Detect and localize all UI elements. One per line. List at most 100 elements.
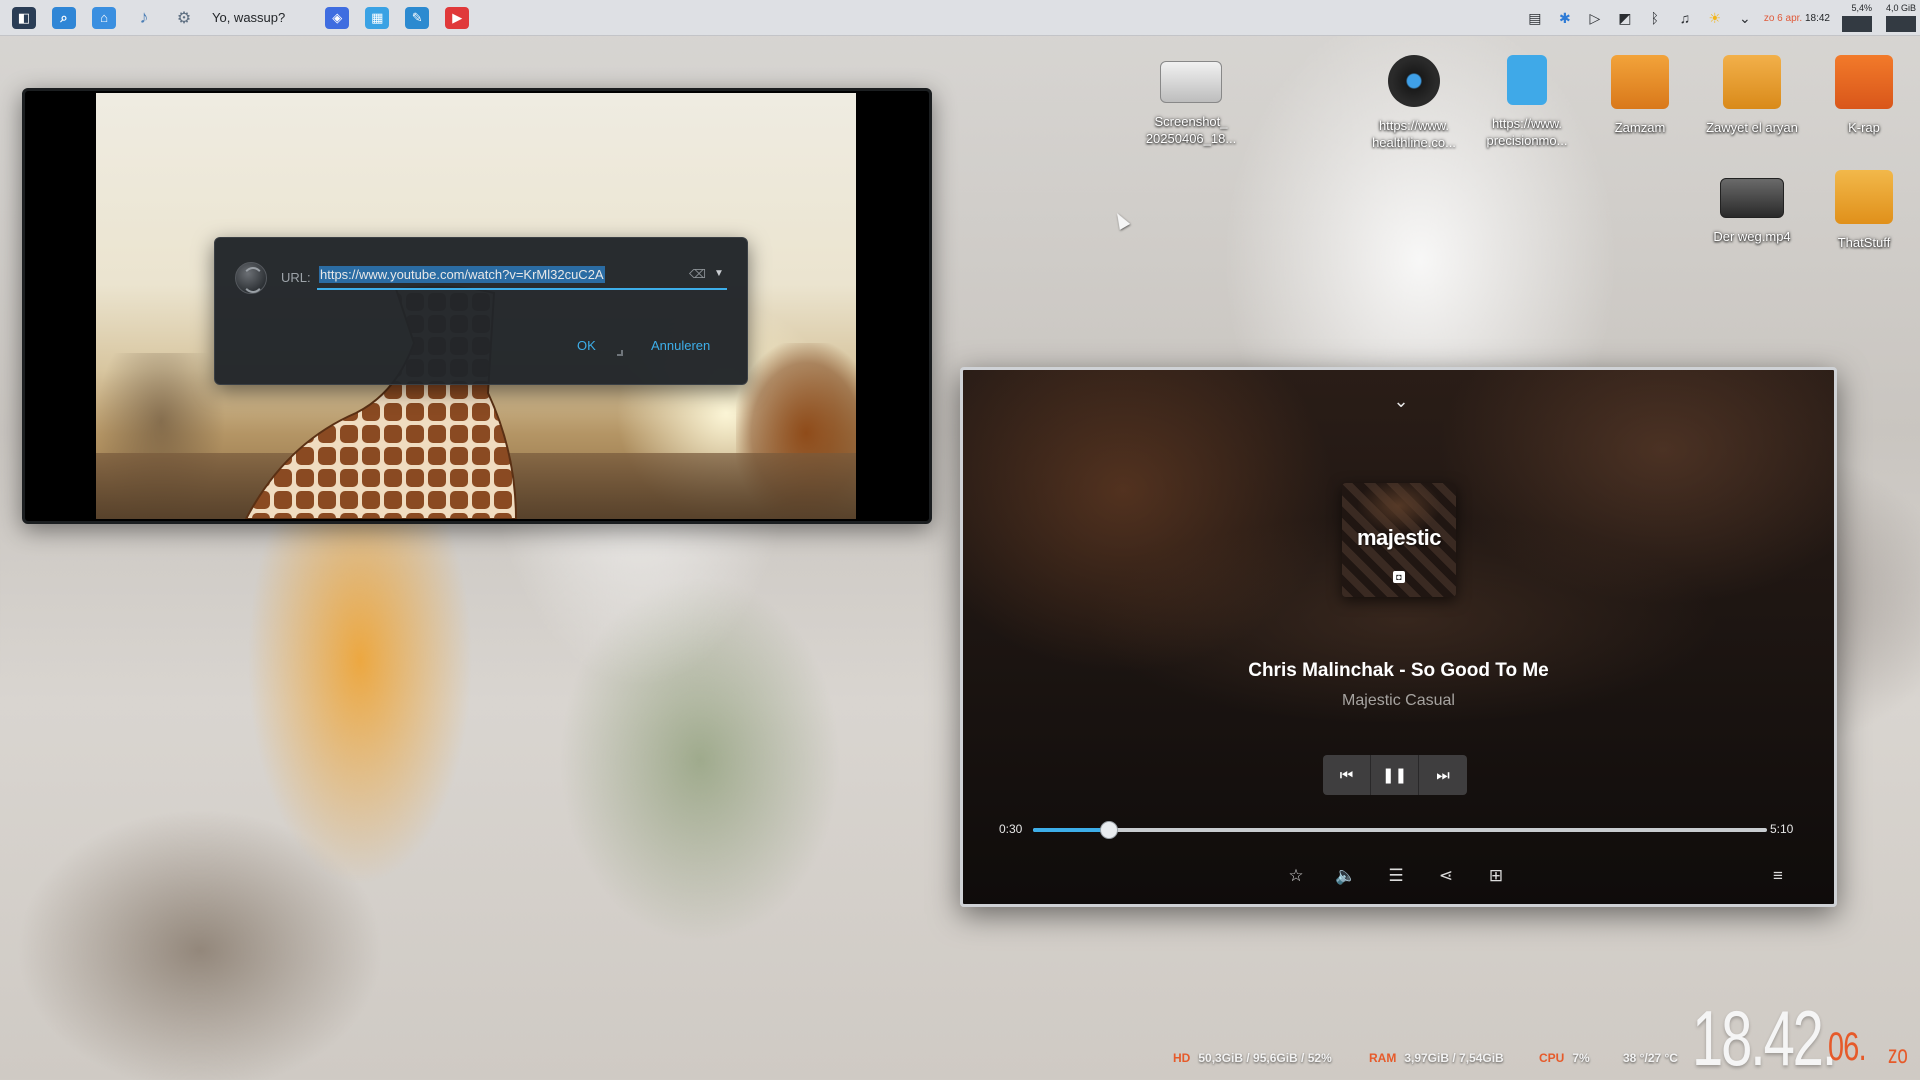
home-folder-icon: ⌂ [92,6,116,29]
calendar-app-icon: ▦ [365,6,390,29]
desktop-clock: 18.42. 06. zo [1692,993,1918,1080]
desktop-icon-label: Der weg.mp4 [1713,229,1791,244]
clock-hours-minutes: 18.42. [1692,994,1837,1080]
temp-value: 38 °/27 °C [1623,1051,1678,1065]
pause-button[interactable]: ❚❚ [1371,755,1419,795]
top-panel: ◧ ⌕ ⌂ ♪ ⚙ Yo, wassup? ◈ ▦ ✎ ▶ ▤ ✱ ▷ ◩ ᛒ … [0,0,1920,36]
folder-icon [1723,55,1781,109]
panel-greeting: Yo, wassup? [212,10,286,25]
globe-icon [235,262,267,294]
resize-grip-icon[interactable] [617,350,623,356]
desktop-icon-healthline[interactable]: https://www. healthline.co... [1360,55,1468,151]
brave-browser-icon: ◈ [325,6,350,29]
mem-mini-monitor[interactable]: 4,0 GiB [1876,3,1916,33]
lyrics-icon[interactable]: ☰ [1382,862,1410,890]
track-artist: Majestic Casual [1342,692,1455,709]
weather-icon[interactable]: ☀ [1700,0,1730,36]
folder-icon [1835,55,1893,109]
desktop-icon-zawyet[interactable]: Zawyet el aryan [1698,55,1806,136]
system-settings-icon: ⚙ [176,9,192,27]
mem-mini-graph [1886,16,1916,32]
network-status-icon[interactable]: ✱ [1550,0,1580,36]
music-button[interactable]: ♪ [124,0,164,36]
file-search-button[interactable]: ⌕ [44,0,84,36]
panel-clock-time: 18:42 [1804,12,1830,24]
desktop-icon-label: https://www. precisionmo... [1486,116,1568,148]
open-url-dialog: URL: https://www.youtube.com/watch?v=KrM… [214,237,748,385]
next-track-button[interactable]: ⏭ [1419,755,1467,795]
music-player-window: ⌄ majestic ◘ Chris Malinchak - So Good T… [960,367,1837,907]
temp-stat: 38 °/27 °C [1623,1051,1678,1065]
seek-handle[interactable] [1099,821,1118,839]
track-title: Chris Malinchak - So Good To Me [1248,660,1549,681]
desktop-icon-zamzam[interactable]: Zamzam [1586,55,1694,136]
task-youtube-player[interactable]: ▶ [437,0,477,36]
url-label: URL: [281,270,311,285]
cpu-mini-value: 5,4% [1851,3,1872,13]
star-icon[interactable]: ☆ [1282,862,1310,890]
media-player-icon[interactable]: ▷ [1580,0,1610,36]
hd-label: HD [1173,1051,1191,1065]
total-time: 5:10 [1770,822,1794,836]
app-launcher-icon: ◧ [12,6,36,29]
album-art-badge: ◘ [1393,571,1405,583]
ram-value: 3,97GiB / 7,54GiB [1404,1051,1504,1065]
home-folder-button[interactable]: ⌂ [84,0,124,36]
file-search-icon: ⌕ [52,6,76,29]
pause-icon: ❚❚ [1381,767,1408,784]
folder-icon [1611,55,1669,109]
bluetooth-icon[interactable]: ᛒ [1640,0,1670,36]
desktop-icon-label: Zawyet el aryan [1706,120,1798,135]
desktop-icon-screenshot[interactable]: Screenshot_ 20250406_18... [1137,55,1245,147]
url-input[interactable]: https://www.youtube.com/watch?v=KrMl32cu… [317,262,727,290]
desktop-icon-label: ThatStuff [1837,235,1891,250]
folder-icon [1835,170,1893,224]
hd-stat: HD 50,3GiB / 95,6GiB / 52% [1173,1051,1332,1065]
youtube-player-icon: ▶ [445,6,470,29]
current-time: 0:30 [999,822,1023,836]
chevron-down-icon[interactable]: ⌄ [1391,392,1411,410]
clear-text-icon[interactable]: ⌫ [689,268,706,280]
system-settings-button[interactable]: ⚙ [164,0,204,36]
task-editor-app[interactable]: ✎ [397,0,437,36]
panel-clock[interactable]: zo 6 apr. 18:42 [1764,13,1830,24]
task-calendar-app[interactable]: ▦ [357,0,397,36]
mem-mini-value: 4,0 GiB [1885,3,1916,13]
cancel-button[interactable]: Annuleren [651,338,710,353]
desktop-icon-label: https://www. healthline.co... [1372,118,1456,150]
skip-back-icon: ⏮ [1339,766,1354,784]
video-file-icon [1720,178,1784,218]
desktop-icon-precisionmo[interactable]: https://www. precisionmo... [1473,55,1581,149]
add-to-playlist-icon[interactable]: ⊞ [1482,862,1510,890]
desktop-icon-krap[interactable]: K-rap [1810,55,1918,136]
video-player-window[interactable]: URL: https://www.youtube.com/watch?v=KrM… [22,88,932,524]
panel-clock-date: zo 6 apr. [1763,12,1803,24]
previous-track-button[interactable]: ⏮ [1323,755,1371,795]
web-link-icon [1507,55,1547,105]
queue-icon[interactable]: ≡ [1764,862,1792,890]
clipboard-icon[interactable]: ◩ [1610,0,1640,36]
desktop-icon-thatstuff[interactable]: ThatStuff [1810,170,1918,251]
app-launcher-button[interactable]: ◧ [4,0,44,36]
album-art: majestic ◘ [1342,483,1456,597]
desktop-icon-der-weg[interactable]: Der weg.mp4 [1698,170,1806,245]
ram-label: RAM [1369,1051,1397,1065]
album-art-brand: majestic [1356,525,1442,550]
volume-icon[interactable]: ♫ [1670,0,1700,36]
chevron-down-icon[interactable]: ▼ [713,268,725,280]
system-tray: ▤ ✱ ▷ ◩ ᛒ ♫ ☀ ⌄ zo 6 apr. 18:42 5,4% 4,0… [1520,0,1920,36]
seek-bar[interactable] [1033,821,1767,839]
url-input-value[interactable]: https://www.youtube.com/watch?v=KrMl32cu… [319,266,605,283]
clock-day: zo [1888,1039,1908,1069]
expand-tray-icon[interactable]: ⌄ [1730,0,1760,36]
music-note-icon: ♪ [139,7,149,27]
mouse-cursor-icon [1111,210,1131,230]
skip-forward-icon: ⏭ [1436,766,1450,784]
cpu-mini-monitor[interactable]: 5,4% [1838,3,1872,33]
notifications-icon[interactable]: ▤ [1520,0,1550,36]
ok-button[interactable]: OK [577,338,596,353]
share-icon[interactable]: ⋖ [1432,862,1460,890]
desktop-icon-label: K-rap [1848,120,1880,135]
task-brave-browser[interactable]: ◈ [317,0,357,36]
volume-icon[interactable]: 🔈 [1332,862,1360,890]
